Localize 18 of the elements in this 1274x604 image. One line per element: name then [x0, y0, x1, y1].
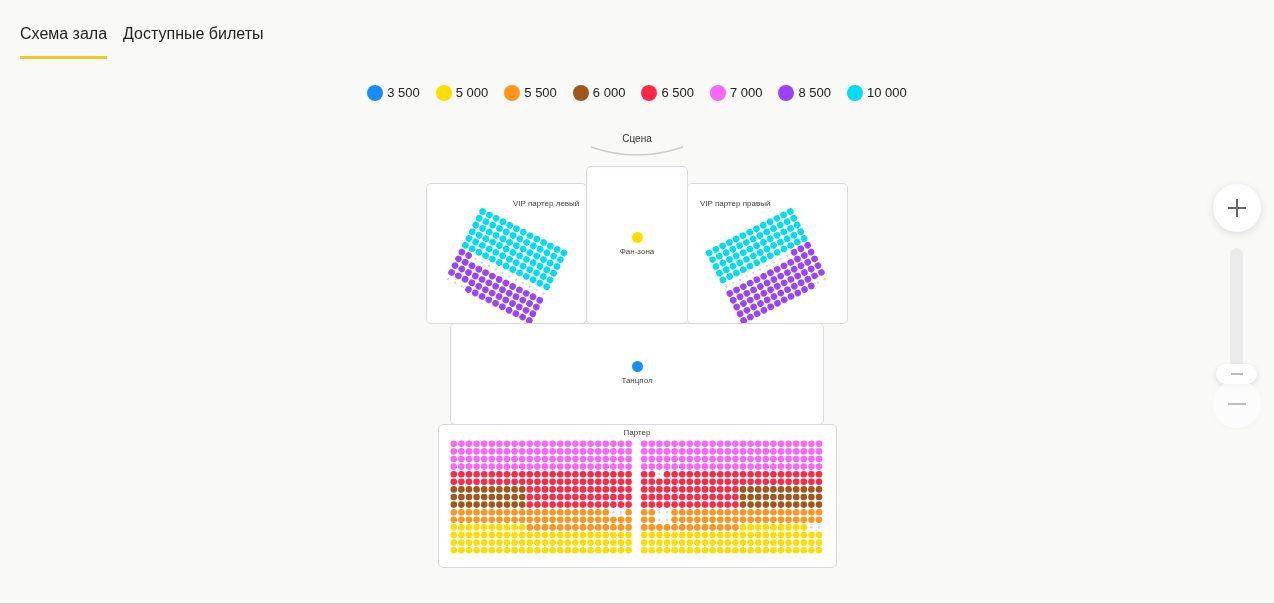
price-label: 5 500: [524, 84, 557, 102]
price-label: 3 500: [387, 84, 420, 102]
section-title: Фан-зона: [619, 245, 655, 258]
price-label: 7 000: [729, 84, 763, 102]
tab[interactable]: Доступные билеты: [123, 22, 264, 59]
section-title: Танцпол: [621, 374, 653, 387]
price-label: 6 000: [592, 84, 626, 102]
fan-zone-section[interactable]: Фан-зона: [586, 165, 688, 324]
stage-label: Сцена: [622, 131, 652, 146]
tab[interactable]: Схема зала: [20, 22, 108, 59]
section-title: VIP партер левый: [513, 198, 580, 208]
price-label: 6 500: [661, 84, 694, 102]
price-label: 10 000: [867, 84, 907, 102]
section-title: Партер: [623, 426, 651, 439]
dance-floor-section[interactable]: Танцпол: [450, 322, 824, 425]
price-label: 5 000: [455, 84, 489, 102]
section-title: VIP партер правый: [700, 198, 771, 208]
price-label: 8 500: [798, 84, 832, 102]
